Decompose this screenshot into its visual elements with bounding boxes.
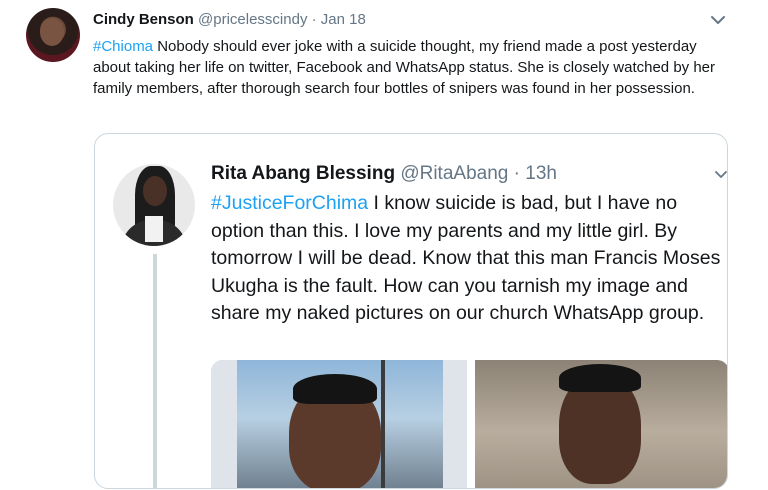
- author-name[interactable]: Cindy Benson: [93, 11, 194, 28]
- tweet-text: #Chioma Nobody should ever joke with a s…: [93, 36, 733, 99]
- hashtag-link[interactable]: #JusticeForChima: [211, 192, 368, 214]
- tweet-body: Nobody should ever joke with a suicide t…: [93, 38, 716, 97]
- quoted-author-handle[interactable]: @RitaAbang: [400, 163, 508, 184]
- quoted-tweet-header: Rita Abang Blessing @RitaAbang · 13h: [211, 162, 557, 186]
- attached-photo[interactable]: [475, 360, 727, 488]
- quoted-tweet-text: #JusticeForChima I know suicide is bad, …: [211, 190, 721, 328]
- tweet[interactable]: Cindy Benson @pricelesscindy · Jan 18 #C…: [0, 0, 768, 490]
- attached-photo[interactable]: [211, 360, 467, 488]
- quoted-author-name[interactable]: Rita Abang Blessing: [211, 163, 395, 184]
- author-handle[interactable]: @pricelesscindy: [198, 11, 307, 28]
- tweet-date[interactable]: Jan 18: [321, 11, 366, 28]
- chevron-down-icon[interactable]: [713, 166, 728, 182]
- chevron-down-icon[interactable]: [708, 10, 728, 30]
- tweet-header: Cindy Benson @pricelesscindy · Jan 18: [93, 10, 366, 30]
- author-avatar[interactable]: [26, 8, 80, 62]
- quoted-tweet-time[interactable]: 13h: [525, 163, 557, 184]
- quoted-tweet[interactable]: Rita Abang Blessing @RitaAbang · 13h #Ju…: [94, 133, 728, 489]
- hashtag-link[interactable]: #Chioma: [93, 38, 153, 55]
- separator: ·: [311, 11, 317, 28]
- quoted-author-avatar[interactable]: [113, 164, 195, 246]
- thread-line: [153, 254, 157, 488]
- separator: ·: [513, 163, 520, 184]
